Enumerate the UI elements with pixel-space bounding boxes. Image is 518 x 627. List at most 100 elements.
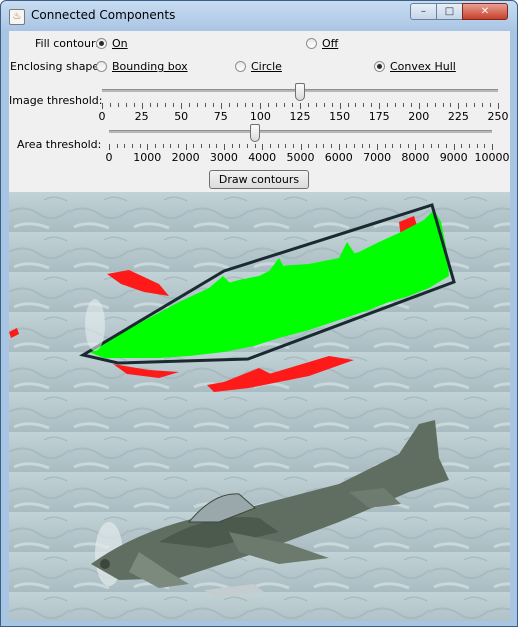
slider-tick <box>355 103 357 107</box>
slider-tick <box>446 144 448 148</box>
slider-tick <box>474 103 476 107</box>
slider-tick <box>154 144 156 148</box>
slider-tick <box>392 144 394 148</box>
slider-tick-label: 175 <box>368 110 390 123</box>
slider-tick <box>458 103 460 109</box>
slider-tick <box>315 103 317 107</box>
bounding-box-label: Bounding box <box>112 60 188 73</box>
slider-tick-label: 10000 <box>474 151 510 164</box>
slider-tick <box>395 103 397 107</box>
slider-tick <box>252 103 254 107</box>
slider-tick <box>216 144 218 148</box>
window-title: Connected Components <box>31 8 176 22</box>
slider-tick <box>292 144 294 148</box>
slider-tick-label: 9000 <box>439 151 468 164</box>
slider-tick <box>418 103 420 109</box>
slider-tick <box>371 103 373 107</box>
area-threshold-slider[interactable]: 0 1000 2000 3000 4000 5000 6000 7000 8000 9000 100… <box>105 124 510 164</box>
slider-tick-label: 125 <box>289 110 311 123</box>
slider-tick <box>228 103 230 107</box>
slider-tick <box>492 144 493 150</box>
slider-ticks <box>109 144 493 150</box>
slider-tick <box>400 144 402 148</box>
slider-tick <box>125 103 127 107</box>
slider-tick <box>338 144 340 150</box>
slider-tick-label: 4000 <box>248 151 277 164</box>
slider-tick <box>204 103 206 107</box>
result-image-canvas <box>9 192 510 621</box>
image-threshold-slider[interactable]: 0 25 50 75 100 125 150 175 200 225 250 <box>98 83 509 123</box>
fill-on-radio[interactable]: On <box>96 37 128 50</box>
slider-tick <box>377 144 379 150</box>
enclosing-shape-label: Enclosing shape: <box>10 60 103 73</box>
slider-tick-label: 0 <box>105 151 113 164</box>
slider-tick-label: 1000 <box>133 151 162 164</box>
radio-unselected-icon <box>235 61 246 72</box>
slider-tick <box>423 144 425 148</box>
slider-tick <box>461 144 463 148</box>
slider-tick <box>482 103 484 107</box>
slider-tick <box>466 103 468 107</box>
minimize-button[interactable]: – <box>410 3 437 20</box>
title-bar[interactable]: ♨ Connected Components – □ ✕ <box>1 1 517 31</box>
slider-tick <box>269 144 271 148</box>
circle-radio[interactable]: Circle <box>235 60 282 73</box>
slider-tick <box>177 144 179 148</box>
slider-tick-label: 3000 <box>209 151 238 164</box>
slider-tick <box>438 144 440 148</box>
close-button[interactable]: ✕ <box>462 3 508 20</box>
slider-tick <box>133 103 135 107</box>
propeller-blur <box>85 299 105 351</box>
convex-hull-radio[interactable]: Convex Hull <box>374 60 456 73</box>
area-threshold-thumb[interactable] <box>249 124 260 142</box>
slider-tick <box>260 103 262 109</box>
slider-tick <box>323 103 325 107</box>
slider-track <box>109 130 492 133</box>
slider-tick-label: 225 <box>447 110 469 123</box>
slider-tick <box>354 144 356 148</box>
draw-contours-button[interactable]: Draw contours <box>209 170 309 189</box>
slider-tick <box>102 103 103 109</box>
slider-tick <box>223 144 225 150</box>
slider-tick <box>162 144 164 148</box>
slider-tick <box>315 144 317 148</box>
slider-tick <box>426 103 428 107</box>
fill-contour-label: Fill contour: <box>35 37 99 50</box>
app-window: ♨ Connected Components – □ ✕ Fill contou… <box>0 0 518 627</box>
slider-tick <box>476 144 478 148</box>
slider-tick <box>346 144 348 148</box>
slider-tick-label: 200 <box>408 110 430 123</box>
maximize-button[interactable]: □ <box>436 3 463 20</box>
slider-tick <box>384 144 386 148</box>
radio-selected-icon <box>374 61 385 72</box>
slider-tick <box>200 144 202 148</box>
java-icon: ♨ <box>9 9 25 25</box>
slider-tick <box>157 103 159 107</box>
slider-tick <box>212 103 214 107</box>
slider-tick <box>131 144 133 148</box>
slider-tick <box>331 103 333 107</box>
slider-tick-label: 5000 <box>286 151 315 164</box>
slider-tick <box>197 103 199 107</box>
slider-tick <box>387 103 389 107</box>
slider-tick <box>284 103 286 107</box>
slider-tick <box>277 144 279 148</box>
slider-tick-label: 150 <box>329 110 351 123</box>
slider-tick-label: 0 <box>98 110 106 123</box>
slider-tick <box>469 144 471 148</box>
slider-tick <box>239 144 241 148</box>
slider-tick <box>117 103 119 107</box>
slider-tick <box>189 103 191 107</box>
slider-tick <box>453 144 455 150</box>
slider-tick <box>170 144 172 148</box>
bounding-box-radio[interactable]: Bounding box <box>96 60 188 73</box>
slider-tick <box>410 103 412 107</box>
slider-tick <box>300 144 302 150</box>
slider-tick <box>109 144 110 150</box>
slider-tick <box>450 103 452 107</box>
slider-tick <box>276 103 278 107</box>
slider-tick-label: 6000 <box>324 151 353 164</box>
fill-off-radio[interactable]: Off <box>306 37 338 50</box>
image-threshold-thumb[interactable] <box>295 83 305 101</box>
slider-tick-label: 50 <box>174 110 189 123</box>
